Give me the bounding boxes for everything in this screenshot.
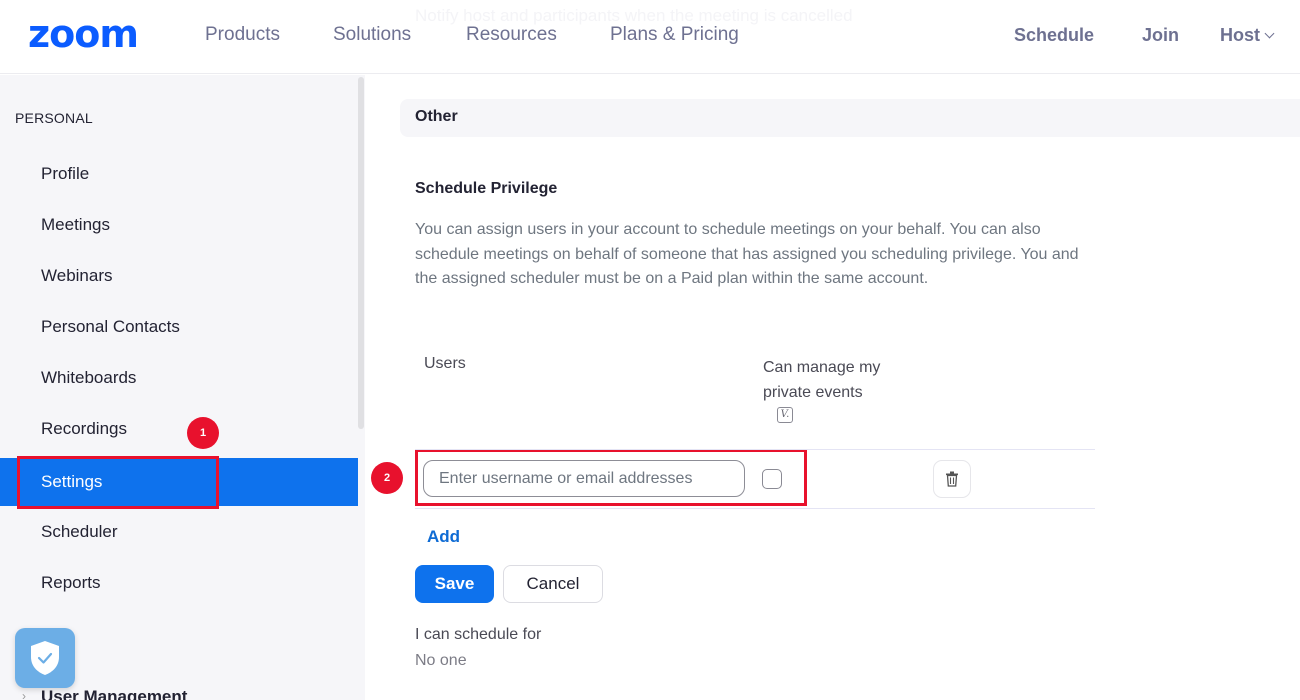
schedule-link[interactable]: Schedule [1014,24,1094,46]
column-header-users: Users [424,355,466,372]
host-label: Host [1220,25,1260,45]
section-header-other: Other [400,99,1300,137]
sidebar-section-personal: PERSONAL [15,110,93,126]
sidebar-item-webinars[interactable]: Webinars [0,252,358,300]
sidebar-item-profile[interactable]: Profile [0,150,358,198]
section-title: Other [415,108,458,125]
security-shield-button[interactable] [15,628,75,688]
i-can-schedule-for-value: No one [415,652,467,669]
sidebar-item-meetings[interactable]: Meetings [0,201,358,249]
host-menu[interactable]: Host [1220,24,1275,46]
sidebar-item-user-management[interactable]: User Management [41,687,187,700]
cancel-button[interactable]: Cancel [503,565,603,603]
nav-plans-pricing[interactable]: Plans & Pricing [610,24,739,46]
info-v-icon[interactable]: V. [777,407,793,423]
zoom-logo[interactable]: zoom [28,14,139,54]
delete-row-button[interactable] [933,460,971,498]
top-header: zoom Notify host and participants when t… [0,0,1300,74]
annotation-badge-1: 1 [187,417,219,449]
row-divider-top [415,449,1095,450]
chevron-down-icon [1264,28,1275,39]
i-can-schedule-for-label: I can schedule for [415,626,542,643]
save-button[interactable]: Save [415,565,494,603]
nav-products[interactable]: Products [205,24,280,46]
faded-notice-text: Notify host and participants when the me… [415,6,853,25]
schedule-privilege-title: Schedule Privilege [415,180,558,197]
sidebar-item-reports[interactable]: Reports [0,559,358,607]
join-link[interactable]: Join [1142,24,1179,46]
trash-icon [946,471,958,487]
sidebar-item-personal-contacts[interactable]: Personal Contacts [0,303,358,351]
sidebar-item-scheduler[interactable]: Scheduler [0,508,358,556]
annotation-badge-2: 2 [371,462,403,494]
manage-private-events-checkbox[interactable] [762,469,782,489]
schedule-privilege-description: You can assign users in your account to … [415,221,1079,287]
column-header-manage-private: Can manage my private events [763,359,881,401]
sidebar-scrollbar-thumb[interactable] [358,77,364,429]
nav-resources[interactable]: Resources [466,24,557,46]
nav-solutions[interactable]: Solutions [333,24,411,46]
sidebar: PERSONAL Profile Meetings Webinars Perso… [0,75,365,700]
sidebar-item-recordings[interactable]: Recordings [0,405,358,453]
shield-check-icon [31,641,59,675]
add-user-link[interactable]: Add [427,527,460,547]
user-email-input[interactable] [423,460,745,497]
annotation-box-settings [17,456,219,509]
expand-arrow-icon: › [22,689,26,700]
row-divider-bottom [415,508,1095,509]
sidebar-item-whiteboards[interactable]: Whiteboards [0,354,358,402]
